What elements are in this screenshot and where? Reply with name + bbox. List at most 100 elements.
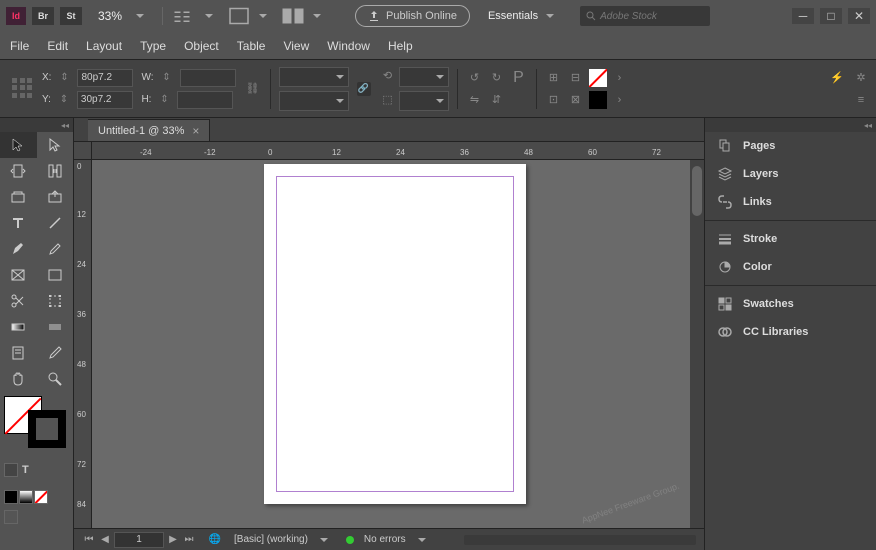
panel-links[interactable]: Links xyxy=(705,188,876,216)
stepper-icon[interactable]: ⇕ xyxy=(55,91,73,109)
view-options-icon[interactable] xyxy=(173,7,197,25)
gradient-feather-tool[interactable] xyxy=(37,314,74,340)
stepper-icon[interactable]: ⇕ xyxy=(55,69,73,87)
panel-menu-icon[interactable]: ≡ xyxy=(852,91,870,109)
selection-tool[interactable] xyxy=(0,132,37,158)
open-panel-icon[interactable]: 🌐 xyxy=(206,531,224,549)
reference-point-grid[interactable] xyxy=(12,78,34,100)
panel-swatches[interactable]: Swatches xyxy=(705,290,876,318)
flip-h-icon[interactable]: ⇋ xyxy=(466,91,484,109)
shear-field[interactable] xyxy=(399,91,449,111)
apply-gradient-button[interactable] xyxy=(19,490,33,504)
menu-table[interactable]: Table xyxy=(237,39,266,53)
ruler-origin[interactable] xyxy=(74,142,92,160)
screen-mode-icon[interactable] xyxy=(227,7,251,25)
format-container-icon[interactable] xyxy=(4,463,18,477)
page-number-input[interactable] xyxy=(114,532,164,548)
toolbox-collapse[interactable]: ◂◂ xyxy=(0,118,73,132)
expand-icon[interactable]: › xyxy=(611,69,629,87)
pencil-tool[interactable] xyxy=(37,236,74,262)
y-input[interactable] xyxy=(77,91,133,109)
publish-online-button[interactable]: Publish Online xyxy=(355,5,470,27)
menu-help[interactable]: Help xyxy=(388,39,413,53)
panel-color[interactable]: Color xyxy=(705,253,876,281)
panel-layers[interactable]: Layers xyxy=(705,160,876,188)
document-tab[interactable]: Untitled-1 @ 33% × xyxy=(88,119,210,141)
chevron-down-icon[interactable] xyxy=(205,14,213,18)
menu-edit[interactable]: Edit xyxy=(47,39,68,53)
panel-collapse[interactable]: ◂◂ xyxy=(705,118,876,132)
canvas-pasteboard[interactable]: AppNee Freeware Group. xyxy=(92,160,690,528)
link-icon[interactable]: 🔗 xyxy=(357,82,371,96)
gap-tool[interactable] xyxy=(37,158,74,184)
gradient-swatch-tool[interactable] xyxy=(0,314,37,340)
rectangle-frame-tool[interactable] xyxy=(0,262,37,288)
quick-apply-icon[interactable]: ⚡ xyxy=(828,69,846,87)
document-page[interactable] xyxy=(264,164,526,504)
line-tool[interactable] xyxy=(37,210,74,236)
paragraph-style-status[interactable]: [Basic] (working) xyxy=(234,534,308,545)
free-transform-tool[interactable] xyxy=(37,288,74,314)
zoom-tool[interactable] xyxy=(37,366,74,392)
distribute-icon[interactable]: ⊠ xyxy=(567,91,585,109)
chevron-down-icon[interactable] xyxy=(546,14,554,18)
x-input[interactable] xyxy=(77,69,133,87)
stroke-swatch[interactable] xyxy=(589,91,607,109)
distribute-icon[interactable]: ⊡ xyxy=(545,91,563,109)
first-page-button[interactable]: ⏮ xyxy=(82,533,96,547)
workspace-switcher[interactable]: Essentials xyxy=(488,10,538,22)
stepper-icon[interactable]: ⇕ xyxy=(155,91,173,109)
align-icon[interactable]: ⊞ xyxy=(545,69,563,87)
scale-y-field[interactable] xyxy=(279,91,349,111)
view-mode-preview[interactable] xyxy=(19,510,33,524)
menu-layout[interactable]: Layout xyxy=(86,39,122,53)
next-page-button[interactable]: ▶ xyxy=(166,533,180,547)
last-page-button[interactable]: ⏭ xyxy=(182,533,196,547)
chevron-down-icon[interactable] xyxy=(136,14,144,18)
expand-icon[interactable]: › xyxy=(611,91,629,109)
horizontal-ruler[interactable]: -24-120122436486072 xyxy=(92,142,704,160)
stroke-swatch-large[interactable] xyxy=(28,410,66,448)
stepper-icon[interactable]: ⇕ xyxy=(158,69,176,87)
w-input[interactable] xyxy=(180,69,236,87)
eyedropper-tool[interactable] xyxy=(37,340,74,366)
direct-selection-tool[interactable] xyxy=(37,132,74,158)
view-mode-normal[interactable] xyxy=(4,510,18,524)
chevron-down-icon[interactable] xyxy=(259,14,267,18)
pen-tool[interactable] xyxy=(0,236,37,262)
chevron-down-icon[interactable] xyxy=(320,538,328,542)
rectangle-tool[interactable] xyxy=(37,262,74,288)
rotate-field[interactable] xyxy=(399,67,449,87)
bridge-button[interactable]: Br xyxy=(32,7,54,25)
rotate-cw-icon[interactable]: ↻ xyxy=(488,69,506,87)
paragraph-icon[interactable]: P xyxy=(510,69,528,87)
scale-x-field[interactable] xyxy=(279,67,349,87)
panel-pages[interactable]: Pages xyxy=(705,132,876,160)
page-tool[interactable] xyxy=(0,158,37,184)
scissors-tool[interactable] xyxy=(0,288,37,314)
panel-cc-libraries[interactable]: CC Libraries xyxy=(705,318,876,346)
format-text-icon[interactable]: T xyxy=(22,464,29,476)
apply-none-button[interactable] xyxy=(34,490,48,504)
note-tool[interactable] xyxy=(0,340,37,366)
menu-type[interactable]: Type xyxy=(140,39,166,53)
type-tool[interactable] xyxy=(0,210,37,236)
maximize-button[interactable]: □ xyxy=(820,8,842,24)
panel-stroke[interactable]: Stroke xyxy=(705,225,876,253)
minimize-button[interactable]: ─ xyxy=(792,8,814,24)
stock-search-input[interactable]: Adobe Stock xyxy=(580,6,710,26)
h-input[interactable] xyxy=(177,91,233,109)
menu-view[interactable]: View xyxy=(283,39,309,53)
rotate-ccw-icon[interactable]: ↺ xyxy=(466,69,484,87)
prev-page-button[interactable]: ◀ xyxy=(98,533,112,547)
menu-window[interactable]: Window xyxy=(327,39,370,53)
close-tab-icon[interactable]: × xyxy=(192,124,199,138)
apply-color-button[interactable] xyxy=(4,490,18,504)
horizontal-scrollbar[interactable] xyxy=(464,535,696,545)
arrange-icon[interactable] xyxy=(281,7,305,25)
settings-icon[interactable]: ✲ xyxy=(852,69,870,87)
chevron-down-icon[interactable] xyxy=(313,14,321,18)
content-placer-tool[interactable] xyxy=(37,184,74,210)
close-button[interactable]: ✕ xyxy=(848,8,870,24)
preflight-status-text[interactable]: No errors xyxy=(364,534,406,545)
